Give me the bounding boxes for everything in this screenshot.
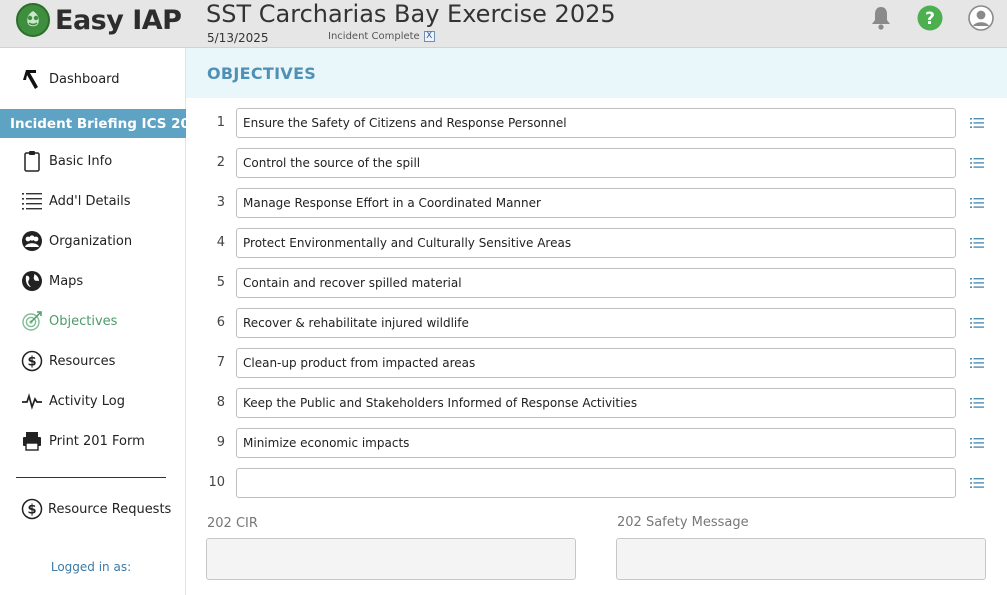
objective-number: 9 <box>216 435 225 450</box>
target-icon <box>20 309 44 333</box>
sidebar-item-addl-details[interactable]: Add'l Details <box>0 187 186 215</box>
objective-input[interactable] <box>236 108 956 138</box>
objective-input[interactable] <box>236 388 956 418</box>
objective-input[interactable] <box>236 148 956 178</box>
sidebar-item-label: Dashboard <box>49 71 120 87</box>
incident-status: Incident Complete X <box>328 31 435 42</box>
objectives-header: OBJECTIVES <box>186 48 1007 98</box>
globe-icon <box>20 269 44 293</box>
user-icon[interactable] <box>968 5 994 31</box>
incident-date: 5/13/2025 <box>207 31 269 45</box>
svg-text:$: $ <box>27 355 36 370</box>
objective-number: 6 <box>216 315 225 330</box>
sidebar-item-maps[interactable]: Maps <box>0 267 186 295</box>
objective-row: 7 <box>186 348 1007 378</box>
objective-row: 3 <box>186 188 1007 218</box>
list-icon[interactable] <box>968 194 986 212</box>
objective-input[interactable] <box>236 308 956 338</box>
svg-text:?: ? <box>925 9 935 29</box>
resources-icon: $ <box>20 349 44 373</box>
objective-row: 2 <box>186 148 1007 178</box>
sidebar-item-objectives[interactable]: Objectives <box>0 307 186 335</box>
objective-input[interactable] <box>236 348 956 378</box>
sidebar-item-label: Maps <box>49 273 84 289</box>
objective-number: 2 <box>216 155 225 170</box>
objective-number: 5 <box>216 275 225 290</box>
sidebar-item-basic-info[interactable]: Basic Info <box>0 147 186 175</box>
list-icon[interactable] <box>968 354 986 372</box>
pulse-icon <box>20 389 44 413</box>
objective-number: 10 <box>208 475 225 490</box>
sidebar: Dashboard Incident Briefing ICS 201 Basi… <box>0 48 199 595</box>
group-icon <box>20 229 44 253</box>
objective-row: 9 <box>186 428 1007 458</box>
objective-row: 1 <box>186 108 1007 138</box>
list-icon[interactable] <box>968 474 986 492</box>
objective-row: 5 <box>186 268 1007 298</box>
sidebar-item-label: Basic Info <box>49 153 113 169</box>
incident-status-text: Incident Complete <box>328 31 420 42</box>
page-title: OBJECTIVES <box>207 64 317 83</box>
clipboard-icon <box>20 149 44 173</box>
cir-label: 202 CIR <box>207 516 258 531</box>
incident-title: SST Carcharias Bay Exercise 2025 <box>206 0 616 28</box>
safety-message-field[interactable] <box>616 538 986 580</box>
list-icon <box>20 189 44 213</box>
sidebar-item-label: Objectives <box>49 313 118 329</box>
back-arrow-icon <box>19 67 43 91</box>
logo-text: Easy IAP <box>55 4 182 36</box>
bell-icon[interactable] <box>868 5 894 31</box>
objective-number: 7 <box>216 355 225 370</box>
list-icon[interactable] <box>968 394 986 412</box>
sidebar-item-resources[interactable]: $ Resources <box>0 347 186 375</box>
sidebar-item-label: Print 201 Form <box>49 433 145 449</box>
sidebar-item-label: Resource Requests <box>48 501 172 517</box>
sidebar-item-activity-log[interactable]: Activity Log <box>0 387 186 415</box>
objective-input[interactable] <box>236 468 956 498</box>
objective-row: 6 <box>186 308 1007 338</box>
sidebar-item-label: Resources <box>49 353 116 369</box>
section-incident-briefing[interactable]: Incident Briefing ICS 201 <box>0 109 199 138</box>
objective-row: 10 <box>186 468 1007 498</box>
objective-row: 4 <box>186 228 1007 258</box>
sidebar-item-label: Add'l Details <box>49 193 131 209</box>
sidebar-item-print-201[interactable]: Print 201 Form <box>0 427 186 455</box>
help-icon[interactable]: ? <box>917 5 943 31</box>
list-icon[interactable] <box>968 234 986 252</box>
logged-in-label: Logged in as: <box>50 560 132 574</box>
list-icon[interactable] <box>968 434 986 452</box>
list-icon[interactable] <box>968 314 986 332</box>
objective-row: 8 <box>186 388 1007 418</box>
objective-input[interactable] <box>236 268 956 298</box>
list-icon[interactable] <box>968 154 986 172</box>
objective-number: 3 <box>216 195 225 210</box>
logo-leaf-icon <box>16 3 50 37</box>
printer-icon <box>20 429 44 453</box>
app-logo[interactable]: Easy IAP <box>16 2 182 38</box>
list-icon[interactable] <box>968 274 986 292</box>
sidebar-divider <box>16 477 166 478</box>
clear-status-button[interactable]: X <box>423 31 435 42</box>
sidebar-item-label: Organization <box>49 233 133 249</box>
safety-message-label: 202 Safety Message <box>617 515 749 530</box>
objective-input[interactable] <box>236 188 956 218</box>
resource-requests-icon: $ <box>20 497 44 521</box>
sidebar-item-resource-requests[interactable]: $ Resource Requests <box>0 495 186 523</box>
svg-text:$: $ <box>27 503 36 518</box>
app-header: Easy IAP SST Carcharias Bay Exercise 202… <box>0 0 1007 48</box>
objective-input[interactable] <box>236 228 956 258</box>
sidebar-item-organization[interactable]: Organization <box>0 227 186 255</box>
sidebar-item-label: Activity Log <box>49 393 125 409</box>
objective-number: 4 <box>216 235 225 250</box>
main-content: OBJECTIVES 1 2 3 4 5 6 7 8 9 10 202 CIR 202 Safet… <box>186 48 1007 595</box>
cir-field[interactable] <box>206 538 576 580</box>
sidebar-item-dashboard[interactable]: Dashboard <box>0 65 186 93</box>
objective-input[interactable] <box>236 428 956 458</box>
objective-number: 8 <box>216 395 225 410</box>
list-icon[interactable] <box>968 114 986 132</box>
objective-number: 1 <box>216 115 225 130</box>
